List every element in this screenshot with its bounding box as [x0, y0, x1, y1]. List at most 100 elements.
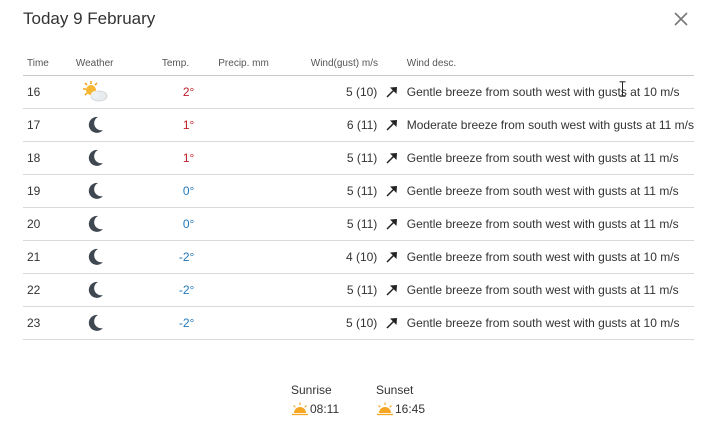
cell-wind-desc: Gentle breeze from south west with gusts…: [403, 306, 694, 340]
cell-weather: [58, 108, 131, 142]
text-cursor-icon: [619, 81, 626, 97]
sunrise-block: Sunrise 08:11: [291, 383, 339, 419]
moon-icon: [88, 215, 103, 232]
cell-wind-desc: Gentle breeze from south west with gusts…: [403, 273, 694, 307]
cell-wind: 6 (11): [280, 108, 378, 142]
cell-wind-dir: [377, 240, 404, 274]
north-east-arrow-icon: [386, 120, 398, 131]
temp-value: 0°: [182, 184, 195, 198]
forecast-dialog: Today 9 February Time Weather Temp. Prec…: [0, 0, 717, 444]
cell-temp: -2°: [130, 273, 201, 307]
moon-icon: [88, 281, 103, 298]
close-icon: [674, 12, 688, 26]
cell-wind-dir: [377, 108, 404, 142]
sunset-label: Sunset: [376, 383, 414, 397]
temp-value: 1°: [182, 151, 195, 165]
cell-weather: [58, 207, 131, 241]
moon-icon: [88, 149, 103, 166]
col-header-time: Time: [23, 52, 59, 76]
cell-precip: [200, 141, 281, 175]
cell-wind-desc: Gentle breeze from south west with gusts…: [403, 240, 694, 274]
cell-weather: [58, 174, 131, 208]
cell-precip: [200, 75, 281, 109]
north-east-arrow-icon: [386, 285, 398, 296]
cell-precip: [200, 306, 281, 340]
cell-weather: [58, 141, 131, 175]
cell-time: 22: [23, 273, 59, 307]
cell-wind-dir: [377, 75, 404, 109]
moon-icon: [88, 116, 103, 133]
cell-wind: 5 (10): [280, 306, 378, 340]
table-row: 19 0° 5 (11) Gentle breeze from south west …: [23, 174, 694, 208]
cell-weather: [58, 273, 131, 307]
cell-weather: [58, 240, 131, 274]
cell-time: 16: [23, 75, 59, 109]
cell-wind-desc: Gentle breeze from south west with gusts…: [403, 174, 694, 208]
col-header-wind: Wind(gust) m/s: [280, 52, 404, 76]
cell-wind-dir: [377, 174, 404, 208]
cell-wind: 5 (11): [280, 207, 378, 241]
sunrise-time: 08:11: [310, 402, 340, 416]
north-east-arrow-icon: [386, 318, 398, 329]
cell-wind: 4 (10): [280, 240, 378, 274]
dialog-title: Today 9 February: [23, 9, 156, 28]
cell-wind: 5 (11): [280, 273, 378, 307]
cell-time: 19: [23, 174, 59, 208]
north-east-arrow-icon: [386, 87, 398, 98]
cell-time: 20: [23, 207, 59, 241]
cell-time: 18: [23, 141, 59, 175]
cell-wind: 5 (11): [280, 174, 378, 208]
temp-value: 2°: [182, 85, 195, 99]
temp-value: -2°: [178, 250, 195, 264]
cell-precip: [200, 108, 281, 142]
col-header-weather: Weather: [58, 52, 131, 76]
moon-icon: [88, 314, 103, 331]
table-row: 18 1° 5 (11) Gentle breeze from south west …: [23, 141, 694, 175]
table-row: 20 0° 5 (11) Gentle breeze from south west …: [23, 207, 694, 241]
cell-temp: 1°: [130, 108, 201, 142]
moon-icon: [88, 248, 103, 265]
sunset-time: 16:45: [395, 402, 426, 416]
cell-precip: [200, 240, 281, 274]
cell-wind-dir: [377, 306, 404, 340]
temp-value: -2°: [178, 316, 195, 330]
col-header-temp: Temp.: [130, 52, 201, 76]
cell-wind-dir: [377, 273, 404, 307]
table-row: 16 2° 5 (10) Gentle breeze from south west …: [23, 75, 694, 109]
cell-temp: 0°: [130, 174, 201, 208]
north-east-arrow-icon: [386, 219, 398, 230]
cell-temp: -2°: [130, 306, 201, 340]
cell-temp: -2°: [130, 240, 201, 274]
cell-temp: 1°: [130, 141, 201, 175]
cell-wind: 5 (10): [280, 75, 378, 109]
cell-temp: 0°: [130, 207, 201, 241]
cell-precip: [200, 273, 281, 307]
north-east-arrow-icon: [386, 153, 398, 164]
table-row: 21 -2° 4 (10) Gentle breeze from south west…: [23, 240, 694, 274]
sunrise-icon: [292, 402, 308, 416]
cell-wind-desc: Gentle breeze from south west with gusts…: [403, 207, 694, 241]
cell-temp: 2°: [130, 75, 201, 109]
moon-icon: [88, 182, 103, 199]
cell-time: 23: [23, 306, 59, 340]
cell-wind-dir: [377, 141, 404, 175]
cell-weather: [58, 306, 131, 340]
cell-wind: 5 (11): [280, 141, 378, 175]
cell-wind-desc: Gentle breeze from south west with gusts…: [403, 141, 694, 175]
cell-wind-dir: [377, 207, 404, 241]
partly-cloudy-sun-icon: [82, 81, 108, 102]
forecast-table: Time Weather Temp. Precip. mm Wind(gust)…: [23, 52, 694, 340]
table-header-row: Time Weather Temp. Precip. mm Wind(gust)…: [23, 52, 694, 76]
cell-weather: [58, 75, 131, 109]
sunset-icon: [377, 402, 393, 416]
cell-precip: [200, 174, 281, 208]
sunset-block: Sunset 16:45: [376, 383, 425, 419]
temp-value: 0°: [182, 217, 195, 231]
close-button[interactable]: [671, 9, 691, 29]
north-east-arrow-icon: [386, 186, 398, 197]
cell-time: 21: [23, 240, 59, 274]
cell-wind-desc: Moderate breeze from south west with gus…: [403, 108, 694, 142]
table-row: 23 -2° 5 (10) Gentle breeze from south west…: [23, 306, 694, 340]
north-east-arrow-icon: [386, 252, 398, 263]
col-header-precip: Precip. mm: [200, 52, 281, 76]
